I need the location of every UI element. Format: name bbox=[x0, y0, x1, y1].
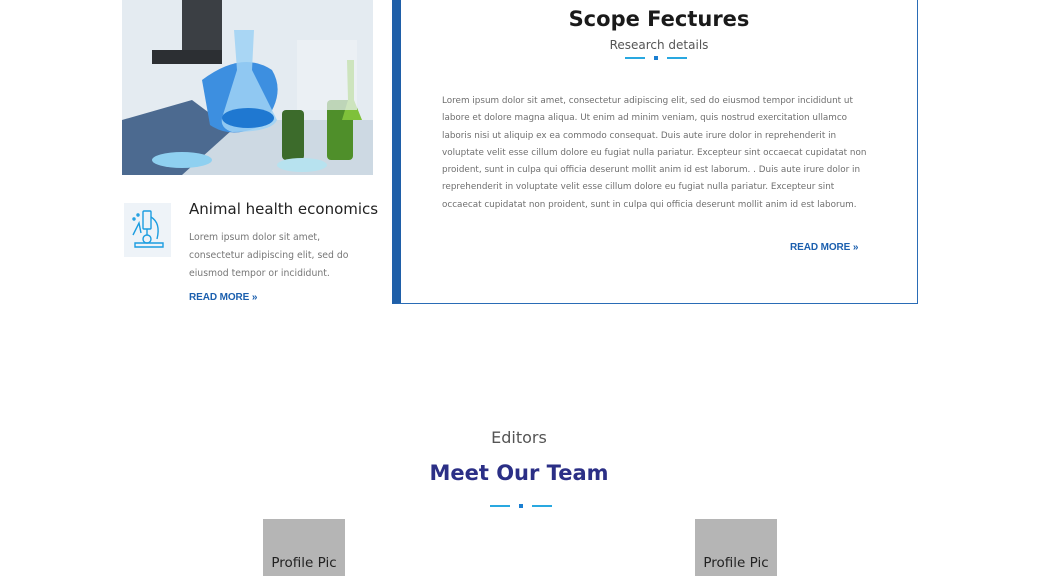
lab-research-image bbox=[122, 0, 373, 175]
scope-read-more-link[interactable]: READ MORE » bbox=[790, 242, 858, 253]
scope-title: Scope Fectures bbox=[568, 7, 750, 31]
team-eyebrow: Editors bbox=[491, 428, 547, 447]
scope-features-panel: Scope Fectures Research details Lorem ip… bbox=[392, 0, 918, 304]
scope-subtitle: Research details bbox=[609, 38, 709, 52]
team-member-profile-pic[interactable]: Profile Pic bbox=[695, 519, 777, 576]
profile-pic-label: Profile Pic bbox=[703, 555, 769, 571]
microscope-icon bbox=[124, 203, 171, 257]
scope-body-text: Lorem ipsum dolor sit amet, consectetur … bbox=[442, 96, 867, 210]
lab-scene-illustration bbox=[122, 0, 373, 175]
team-title: Meet Our Team bbox=[429, 461, 609, 485]
feature-read-more-link[interactable]: READ MORE » bbox=[189, 292, 257, 303]
team-member-profile-pic[interactable]: Profile Pic bbox=[263, 519, 345, 576]
team-divider bbox=[490, 504, 552, 508]
profile-pic-label: Profile Pic bbox=[271, 555, 337, 571]
scope-divider bbox=[625, 56, 687, 60]
feature-title: Animal health economics bbox=[189, 200, 379, 218]
feature-description: Lorem ipsum dolor sit amet, consectetur … bbox=[189, 232, 349, 279]
